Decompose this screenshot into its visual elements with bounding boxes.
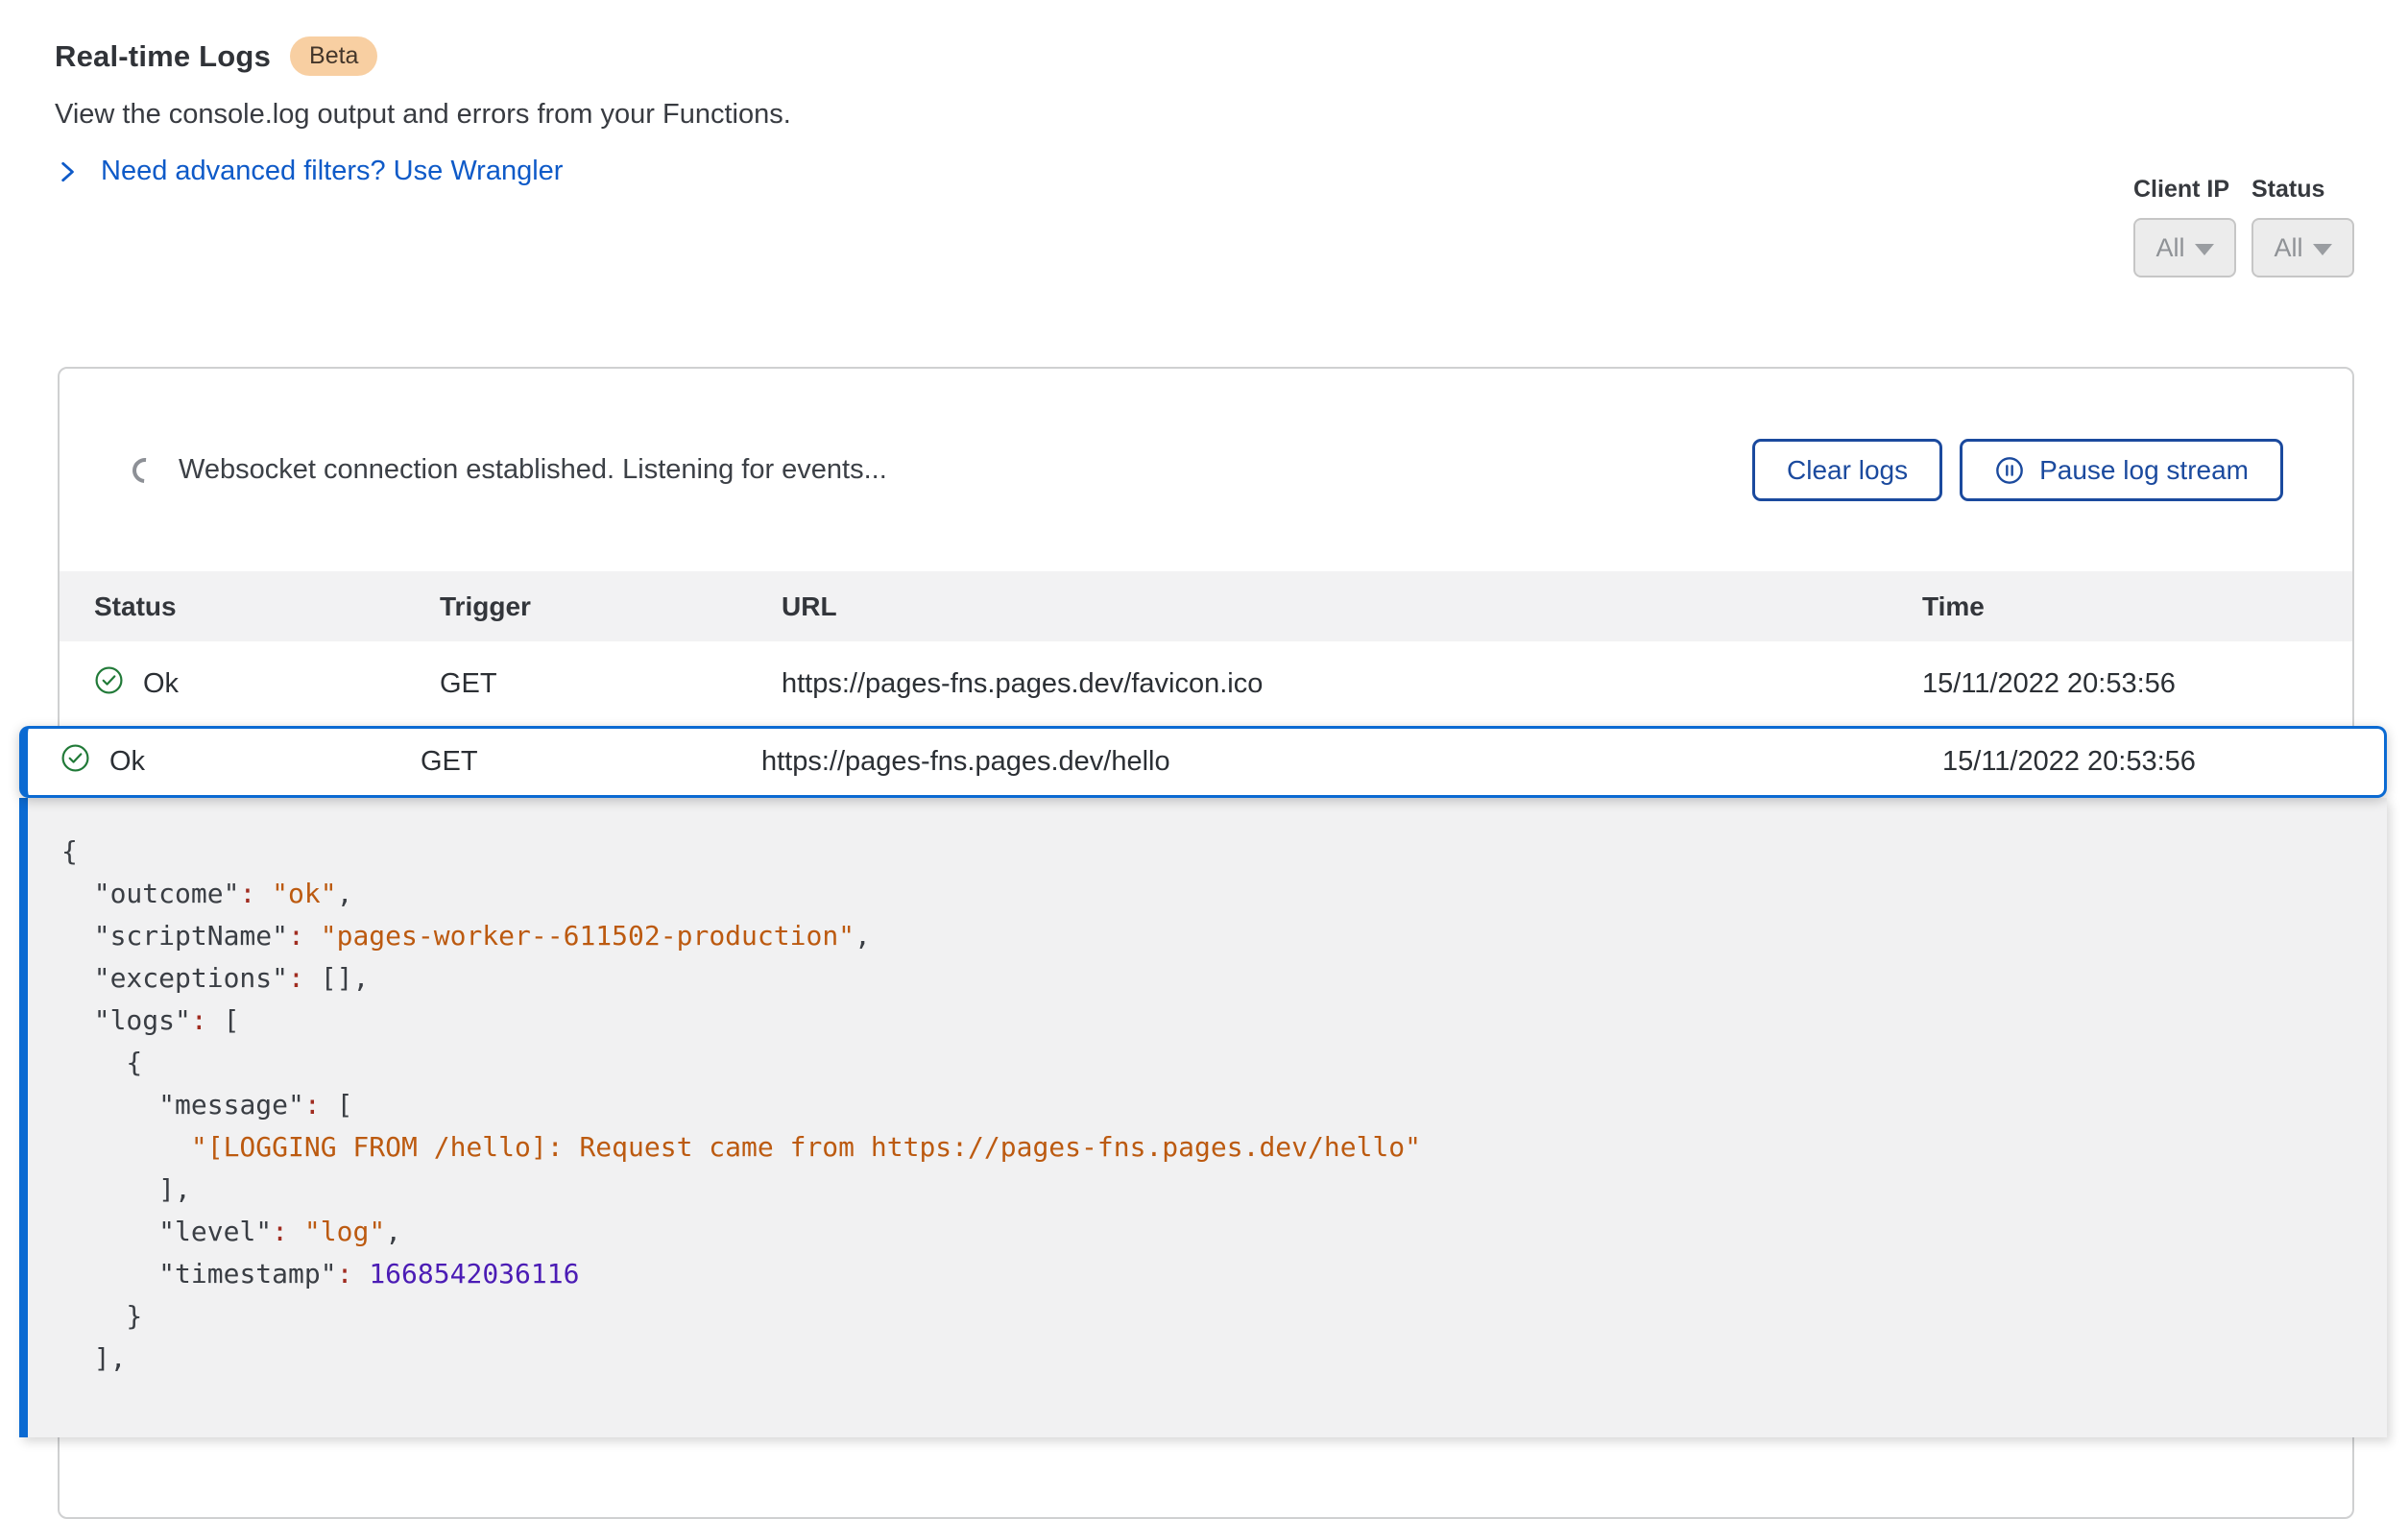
url-text: https://pages-fns.pages.dev/hello (761, 746, 1942, 778)
column-header-trigger: Trigger (440, 591, 782, 622)
code-line: "exceptions": [], (61, 957, 2348, 1000)
log-row[interactable]: Ok GET https://pages-fns.pages.dev/favic… (60, 641, 2352, 726)
trigger-text: GET (440, 668, 782, 700)
status-text: Ok (143, 668, 179, 700)
status-text: Ok (109, 746, 145, 778)
clear-logs-label: Clear logs (1787, 455, 1908, 486)
code-line: ], (61, 1169, 2348, 1211)
client-ip-filter-dropdown[interactable]: All (2133, 218, 2236, 277)
circle-check-icon (60, 743, 90, 781)
code-line: "message": [ (61, 1084, 2348, 1126)
status-filter-label: Status (2251, 176, 2354, 204)
page-title: Real-time Logs (55, 39, 271, 74)
url-text: https://pages-fns.pages.dev/favicon.ico (782, 668, 1922, 700)
column-header-status: Status (94, 591, 440, 622)
circle-pause-icon (1994, 455, 2025, 486)
log-table-header: Status Trigger URL Time (60, 571, 2352, 641)
code-line: "outcome": "ok", (61, 873, 2348, 915)
code-line: ], (61, 1338, 2348, 1380)
column-header-url: URL (782, 591, 1922, 622)
clear-logs-button[interactable]: Clear logs (1752, 439, 1942, 501)
code-line: } (61, 1295, 2348, 1338)
code-line: "logs": [ (61, 1000, 2348, 1042)
trigger-text: GET (421, 746, 761, 778)
loading-spinner-icon (128, 452, 163, 488)
time-text: 15/11/2022 20:53:56 (1922, 668, 2318, 700)
wrangler-link[interactable]: Need advanced filters? Use Wrangler (55, 156, 563, 187)
caret-down-icon (2195, 244, 2214, 255)
pause-log-stream-label: Pause log stream (2039, 455, 2249, 486)
log-filters: Client IP All Status All (2133, 176, 2354, 277)
page-header: Real-time Logs Beta View the console.log… (0, 0, 2408, 191)
websocket-status-message: Websocket connection established. Listen… (179, 454, 887, 486)
client-ip-filter-label: Client IP (2133, 176, 2236, 204)
log-detail-json: { "outcome": "ok", "scriptName": "pages-… (19, 798, 2387, 1437)
code-line: { (61, 1042, 2348, 1084)
code-line: "level": "log", (61, 1211, 2348, 1253)
expanded-log-row: Ok GET https://pages-fns.pages.dev/hello… (19, 726, 2387, 1437)
logs-card: Websocket connection established. Listen… (58, 367, 2354, 1519)
pause-log-stream-button[interactable]: Pause log stream (1960, 439, 2283, 501)
caret-down-icon (2313, 244, 2332, 255)
code-line: "scriptName": "pages-worker--611502-prod… (61, 915, 2348, 957)
stream-status-bar: Websocket connection established. Listen… (60, 369, 2352, 571)
status-filter-value: All (2274, 233, 2302, 263)
time-text: 15/11/2022 20:53:56 (1942, 746, 2355, 778)
column-header-time: Time (1922, 591, 2318, 622)
expanded-row-summary[interactable]: Ok GET https://pages-fns.pages.dev/hello… (19, 726, 2387, 798)
page-subtitle: View the console.log output and errors f… (55, 99, 2354, 131)
circle-check-icon (94, 665, 124, 703)
status-filter-dropdown[interactable]: All (2251, 218, 2354, 277)
client-ip-filter-value: All (2155, 233, 2184, 263)
code-line: "timestamp": 1668542036116 (61, 1253, 2348, 1295)
wrangler-link-label: Need advanced filters? Use Wrangler (101, 156, 563, 187)
code-line: { (61, 831, 2348, 873)
beta-badge: Beta (290, 36, 377, 76)
chevron-right-icon (55, 157, 80, 186)
code-line: "[LOGGING FROM /hello]: Request came fro… (61, 1126, 2348, 1169)
